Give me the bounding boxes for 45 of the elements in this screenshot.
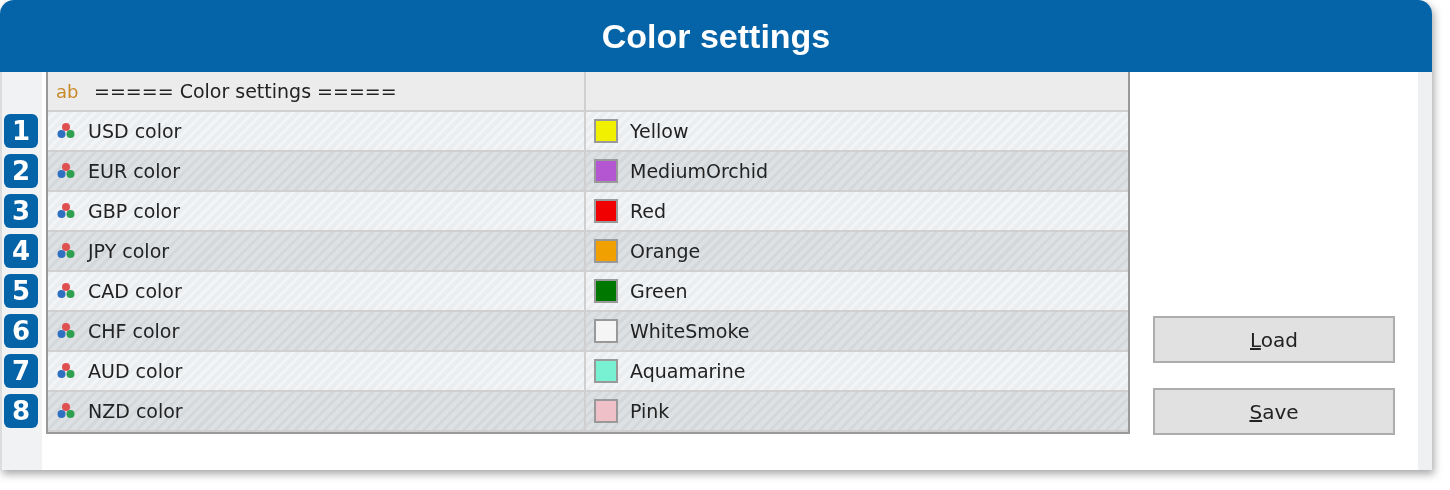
- setting-row[interactable]: EUR color MediumOrchid: [48, 152, 1128, 192]
- setting-name: JPY color: [88, 240, 170, 262]
- number-badge: 6: [4, 314, 38, 348]
- setting-name: EUR color: [88, 160, 180, 182]
- setting-name: CAD color: [88, 280, 182, 302]
- color-circles-icon: [56, 242, 76, 260]
- setting-row[interactable]: AUD color Aquamarine: [48, 352, 1128, 392]
- setting-row[interactable]: USD color Yellow: [48, 112, 1128, 152]
- setting-value: Orange: [630, 240, 701, 262]
- setting-name: GBP color: [88, 200, 181, 222]
- setting-row[interactable]: CHF color WhiteSmoke: [48, 312, 1128, 352]
- load-button[interactable]: Load: [1153, 316, 1395, 363]
- number-badge: 1: [4, 114, 38, 148]
- color-circles-icon: [56, 202, 76, 220]
- setting-value: MediumOrchid: [630, 160, 769, 182]
- number-badge: 8: [4, 394, 38, 428]
- setting-row[interactable]: GBP color Red: [48, 192, 1128, 232]
- color-circles-icon: [56, 162, 76, 180]
- setting-value: WhiteSmoke: [630, 320, 750, 342]
- save-button[interactable]: Save: [1153, 388, 1395, 435]
- setting-row[interactable]: JPY color Orange: [48, 232, 1128, 272]
- setting-value: Green: [630, 280, 688, 302]
- setting-value: Pink: [630, 400, 670, 422]
- color-circles-icon: [56, 122, 76, 140]
- color-circles-icon: [56, 282, 76, 300]
- window-title: Color settings: [0, 0, 1432, 72]
- number-badge: 2: [4, 154, 38, 188]
- color-circles-icon: [56, 402, 76, 420]
- setting-row[interactable]: NZD color Pink: [48, 392, 1128, 432]
- section-label: ===== Color settings =====: [94, 80, 397, 102]
- number-badge: 3: [4, 194, 38, 228]
- setting-name: USD color: [88, 120, 182, 142]
- setting-value: Red: [630, 200, 667, 222]
- number-badge: 7: [4, 354, 38, 388]
- setting-name: NZD color: [88, 400, 183, 422]
- setting-value: Yellow: [630, 120, 689, 142]
- setting-value: Aquamarine: [630, 360, 746, 382]
- setting-row[interactable]: CAD color Green: [48, 272, 1128, 312]
- setting-name: AUD color: [88, 360, 183, 382]
- color-circles-icon: [56, 362, 76, 380]
- text-type-icon: ab: [56, 80, 82, 102]
- number-badge: 4: [4, 234, 38, 268]
- number-badge: 5: [4, 274, 38, 308]
- setting-name: CHF color: [88, 320, 180, 342]
- color-circles-icon: [56, 322, 76, 340]
